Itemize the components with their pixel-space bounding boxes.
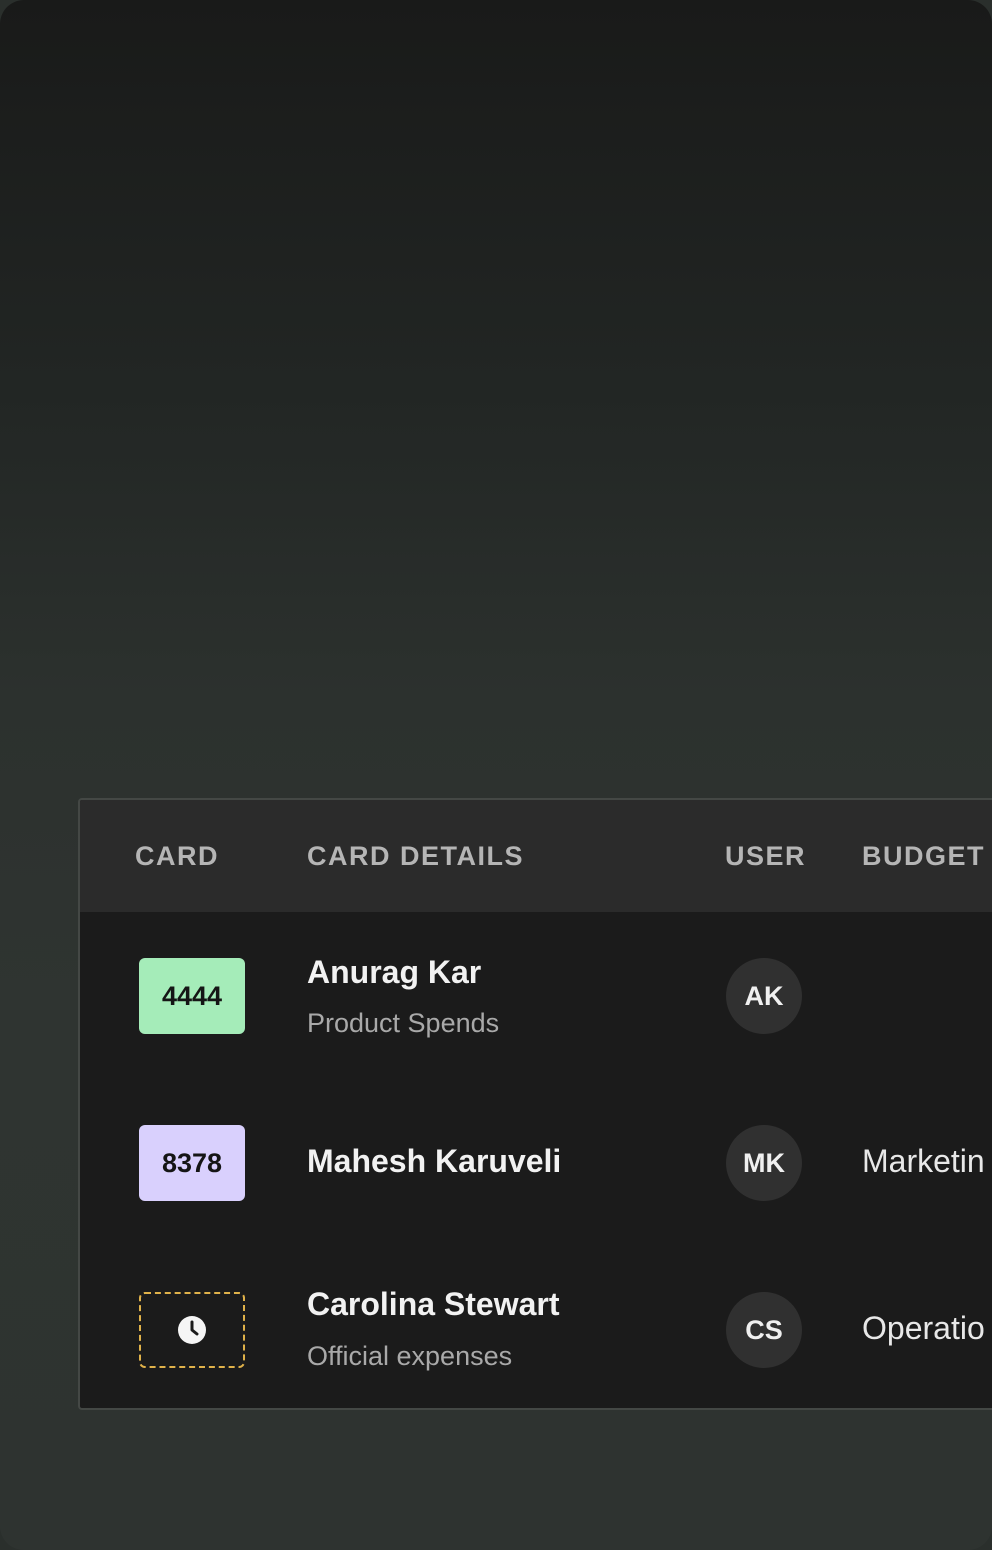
column-header-card-details[interactable]: CARD DETAILS <box>307 800 524 912</box>
budget-name: Operatio <box>862 1310 985 1346</box>
pending-card-chip[interactable] <box>139 1292 245 1368</box>
cardholder-name: Mahesh Karuveli <box>307 1143 562 1179</box>
column-header-user[interactable]: USER <box>725 800 806 912</box>
column-header-budget[interactable]: BUDGET <box>862 800 985 912</box>
avatar[interactable]: MK <box>726 1125 802 1201</box>
column-header-card[interactable]: CARD <box>135 800 219 912</box>
app-frame: CARD CARD DETAILS USER BUDGET 4444 Anura… <box>0 0 992 1550</box>
clock-icon <box>178 1316 206 1344</box>
budget-name: Marketin <box>862 1143 985 1179</box>
table-row[interactable]: 4444 Anurag Kar Product Spends AK <box>80 912 992 1079</box>
cardholder-name: Anurag Kar <box>307 954 482 990</box>
table-row[interactable]: 8378 Mahesh Karuveli MK Marketin <box>80 1079 992 1246</box>
cardholder-name: Carolina Stewart <box>307 1286 560 1322</box>
card-number-chip[interactable]: 4444 <box>139 958 245 1034</box>
avatar[interactable]: CS <box>726 1292 802 1368</box>
card-purpose: Official expenses <box>307 1341 513 1371</box>
card-number-chip[interactable]: 8378 <box>139 1125 245 1201</box>
avatar[interactable]: AK <box>726 958 802 1034</box>
card-purpose: Product Spends <box>307 1008 500 1038</box>
table-row[interactable]: Carolina Stewart Official expenses CS Op… <box>80 1246 992 1408</box>
cards-table: CARD CARD DETAILS USER BUDGET 4444 Anura… <box>78 798 992 1410</box>
table-header: CARD CARD DETAILS USER BUDGET <box>80 800 992 912</box>
